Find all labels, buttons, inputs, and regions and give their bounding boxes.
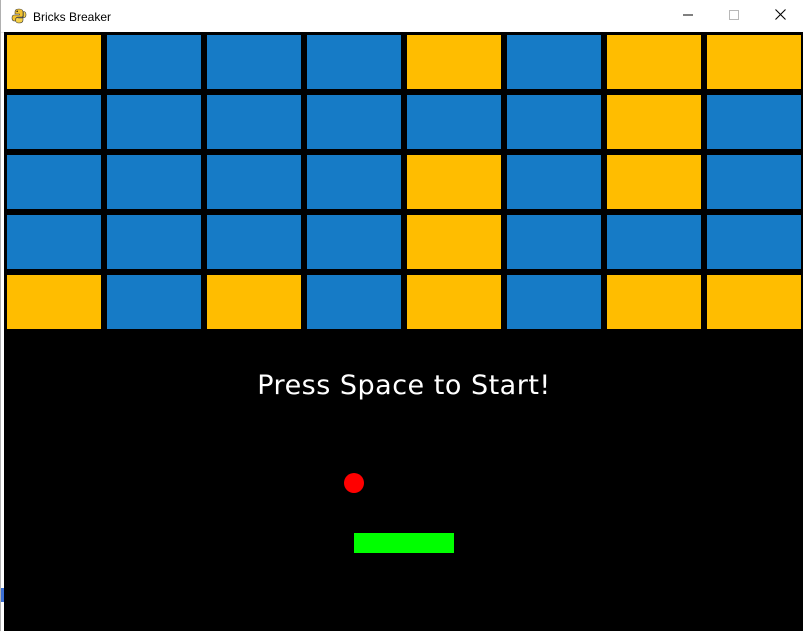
brick-r4-c8: [707, 215, 801, 269]
brick-r4-c1: [7, 215, 101, 269]
brick-r3-c8: [707, 155, 801, 209]
brick-r3-c2: [107, 155, 201, 209]
brick-r2-c1: [7, 95, 101, 149]
brick-r5-c7: [607, 275, 701, 329]
brick-r1-c3: [207, 35, 301, 89]
brick-r5-c3: [207, 275, 301, 329]
brick-r5-c4: [307, 275, 401, 329]
brick-r3-c3: [207, 155, 301, 209]
python-snake-icon: [11, 8, 27, 24]
title-bar[interactable]: Bricks Breaker: [1, 0, 803, 33]
brick-r1-c2: [107, 35, 201, 89]
maximize-icon: [729, 7, 739, 25]
brick-r3-c1: [7, 155, 101, 209]
ball: [344, 473, 364, 493]
close-icon: [774, 7, 786, 25]
minimize-icon: [683, 7, 693, 25]
brick-r5-c5: [407, 275, 501, 329]
brick-r1-c4: [307, 35, 401, 89]
brick-r2-c3: [207, 95, 301, 149]
brick-r3-c4: [307, 155, 401, 209]
brick-grid: [4, 32, 803, 332]
brick-r5-c8: [707, 275, 801, 329]
brick-r1-c5: [407, 35, 501, 89]
brick-r2-c8: [707, 95, 801, 149]
window-title: Bricks Breaker: [33, 10, 112, 24]
brick-r3-c7: [607, 155, 701, 209]
brick-r2-c6: [507, 95, 601, 149]
brick-r4-c2: [107, 215, 201, 269]
brick-r2-c7: [607, 95, 701, 149]
paddle[interactable]: [354, 533, 454, 553]
brick-r3-c6: [507, 155, 601, 209]
brick-r5-c2: [107, 275, 201, 329]
brick-r4-c4: [307, 215, 401, 269]
brick-r2-c5: [407, 95, 501, 149]
brick-r2-c2: [107, 95, 201, 149]
brick-r3-c5: [407, 155, 501, 209]
maximize-button[interactable]: [711, 0, 757, 32]
game-window: Bricks Breaker Press Space to Start!: [0, 0, 803, 631]
close-button[interactable]: [757, 0, 803, 32]
brick-r1-c7: [607, 35, 701, 89]
brick-r5-c6: [507, 275, 601, 329]
brick-r4-c7: [607, 215, 701, 269]
brick-r1-c1: [7, 35, 101, 89]
brick-r1-c6: [507, 35, 601, 89]
brick-r5-c1: [7, 275, 101, 329]
brick-r2-c4: [307, 95, 401, 149]
brick-r4-c5: [407, 215, 501, 269]
brick-r4-c3: [207, 215, 301, 269]
brick-r4-c6: [507, 215, 601, 269]
brick-r1-c8: [707, 35, 801, 89]
game-canvas[interactable]: Press Space to Start!: [4, 32, 803, 631]
minimize-button[interactable]: [665, 0, 711, 32]
start-prompt: Press Space to Start!: [257, 370, 551, 401]
